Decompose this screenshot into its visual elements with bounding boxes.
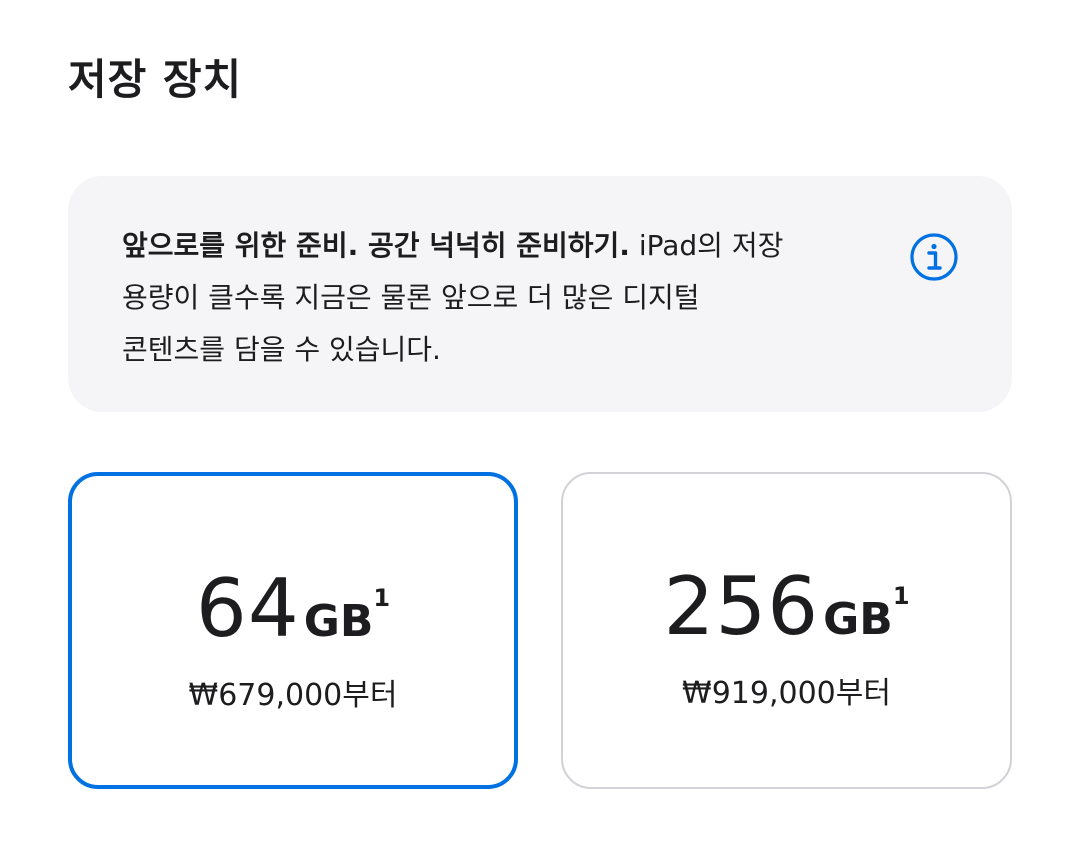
price-label: ₩679,000부터 [188, 678, 398, 713]
info-headline: 앞으로를 위한 준비. 공간 넉넉히 준비하기. [122, 229, 630, 262]
info-text: 앞으로를 위한 준비. 공간 넉넉히 준비하기. iPad의 저장 용량이 클수… [122, 220, 822, 376]
info-body-line3: 콘텐츠를 담을 수 있습니다. [122, 333, 441, 366]
storage-option-64gb[interactable]: 64GB1 ₩679,000부터 [68, 472, 518, 789]
storage-option-256gb[interactable]: 256GB1 ₩919,000부터 [561, 472, 1012, 789]
capacity-unit: GB [303, 596, 374, 647]
section-title: 저장 장치 [68, 55, 243, 104]
info-circle-icon[interactable] [909, 232, 959, 282]
capacity-label: 64GB1 [72, 562, 514, 655]
info-body-line2: 용량이 클수록 지금은 물론 앞으로 더 많은 디지털 [122, 281, 700, 314]
storage-page: 저장 장치 앞으로를 위한 준비. 공간 넉넉히 준비하기. iPad의 저장 … [0, 0, 1080, 857]
footnote-marker[interactable]: 1 [893, 582, 910, 610]
capacity-unit: GB [823, 594, 893, 645]
info-body-line1: iPad의 저장 [629, 229, 784, 262]
price-label: ₩919,000부터 [682, 676, 891, 711]
capacity-number: 64 [195, 562, 300, 655]
capacity-label: 256GB1 [563, 560, 1010, 653]
info-card: 앞으로를 위한 준비. 공간 넉넉히 준비하기. iPad의 저장 용량이 클수… [68, 176, 1012, 412]
capacity-number: 256 [663, 560, 820, 653]
footnote-marker[interactable]: 1 [373, 584, 390, 612]
